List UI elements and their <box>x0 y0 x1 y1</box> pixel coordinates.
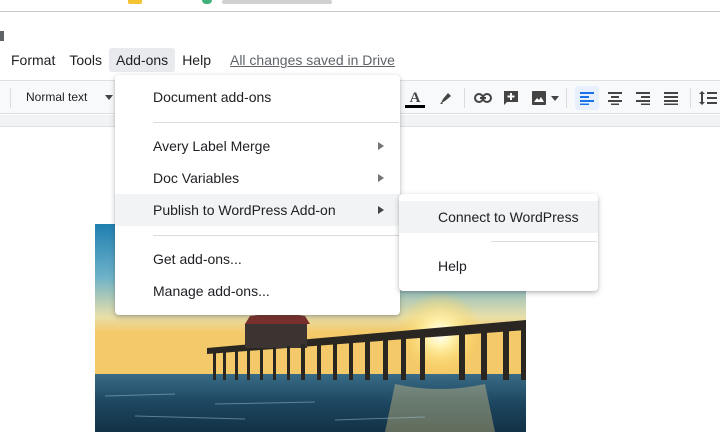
menu-item-label: Get add-ons... <box>153 251 242 267</box>
submenu-arrow-icon <box>378 142 384 150</box>
menu-divider <box>491 241 597 242</box>
wordpress-submenu: Connect to WordPress Help <box>399 194 598 291</box>
add-comment-icon <box>504 91 518 105</box>
menu-item-label: Manage add-ons... <box>153 283 270 299</box>
highlighter-icon <box>440 93 451 104</box>
justify-icon <box>664 92 678 105</box>
link-button[interactable] <box>471 86 495 110</box>
align-right-icon <box>636 92 650 105</box>
menu-tools[interactable]: Tools <box>62 48 109 72</box>
text-color-swatch <box>405 105 425 108</box>
highlight-button[interactable] <box>434 86 458 110</box>
menu-add-ons[interactable]: Add-ons <box>109 48 176 72</box>
add-comment-button[interactable] <box>499 86 523 110</box>
menu-item-manage-add-ons[interactable]: Manage add-ons... <box>115 275 400 307</box>
menu-item-label: Avery Label Merge <box>153 138 271 154</box>
align-left-icon <box>580 92 594 105</box>
toolbar-divider <box>690 88 691 108</box>
line-spacing-button[interactable] <box>696 86 720 110</box>
status-icon <box>202 0 212 4</box>
browser-top-strip <box>0 0 720 12</box>
align-center-button[interactable] <box>603 86 627 110</box>
menu-item-label: Connect to WordPress <box>438 209 579 225</box>
menu-bar: Format Tools Add-ons Help All changes sa… <box>0 46 395 74</box>
chevron-down-icon[interactable] <box>551 96 559 101</box>
save-status-link[interactable]: All changes saved in Drive <box>230 52 395 68</box>
add-ons-menu: Document add-ons Avery Label Merge Doc V… <box>115 75 400 315</box>
menu-item-label: Help <box>438 258 467 274</box>
title-fragment <box>222 0 332 4</box>
insert-image-button[interactable] <box>527 86 551 110</box>
line-spacing-icon <box>699 91 717 105</box>
submenu-arrow-icon <box>378 174 384 182</box>
text-color-button[interactable]: A <box>403 86 427 110</box>
menu-item-avery-label-merge[interactable]: Avery Label Merge <box>115 130 400 162</box>
menu-item-label: Doc Variables <box>153 170 240 186</box>
toolbar-divider <box>566 88 567 108</box>
docs-window: Format Tools Add-ons Help All changes sa… <box>0 0 720 432</box>
menu-item-wordpress-help[interactable]: Help <box>399 250 598 282</box>
toolbar-divider <box>10 88 11 108</box>
menu-item-label: Document add-ons <box>153 89 272 105</box>
menu-item-document-add-ons[interactable]: Document add-ons <box>115 81 400 113</box>
align-center-icon <box>608 92 622 105</box>
submenu-arrow-icon <box>378 206 384 214</box>
paragraph-style-select[interactable]: Normal text <box>26 90 87 104</box>
menu-help[interactable]: Help <box>175 48 218 72</box>
menu-item-get-add-ons[interactable]: Get add-ons... <box>115 243 400 275</box>
align-left-button[interactable] <box>575 86 599 110</box>
image-icon <box>532 91 546 105</box>
menu-item-label: Publish to WordPress Add-on <box>153 202 336 218</box>
menu-item-publish-to-wordpress[interactable]: Publish to WordPress Add-on <box>115 194 400 226</box>
link-icon <box>474 93 492 103</box>
align-right-button[interactable] <box>631 86 655 110</box>
text-color-icon: A <box>409 90 421 106</box>
toolbar-divider <box>464 88 465 108</box>
menu-divider <box>153 235 399 236</box>
docs-icon <box>128 0 142 4</box>
cursor-marker <box>0 31 4 41</box>
menu-item-connect-to-wordpress[interactable]: Connect to WordPress <box>399 201 598 233</box>
menu-item-doc-variables[interactable]: Doc Variables <box>115 162 400 194</box>
menu-divider <box>153 122 399 123</box>
chevron-down-icon[interactable] <box>105 95 113 100</box>
menu-format[interactable]: Format <box>4 48 62 72</box>
justify-button[interactable] <box>659 86 683 110</box>
